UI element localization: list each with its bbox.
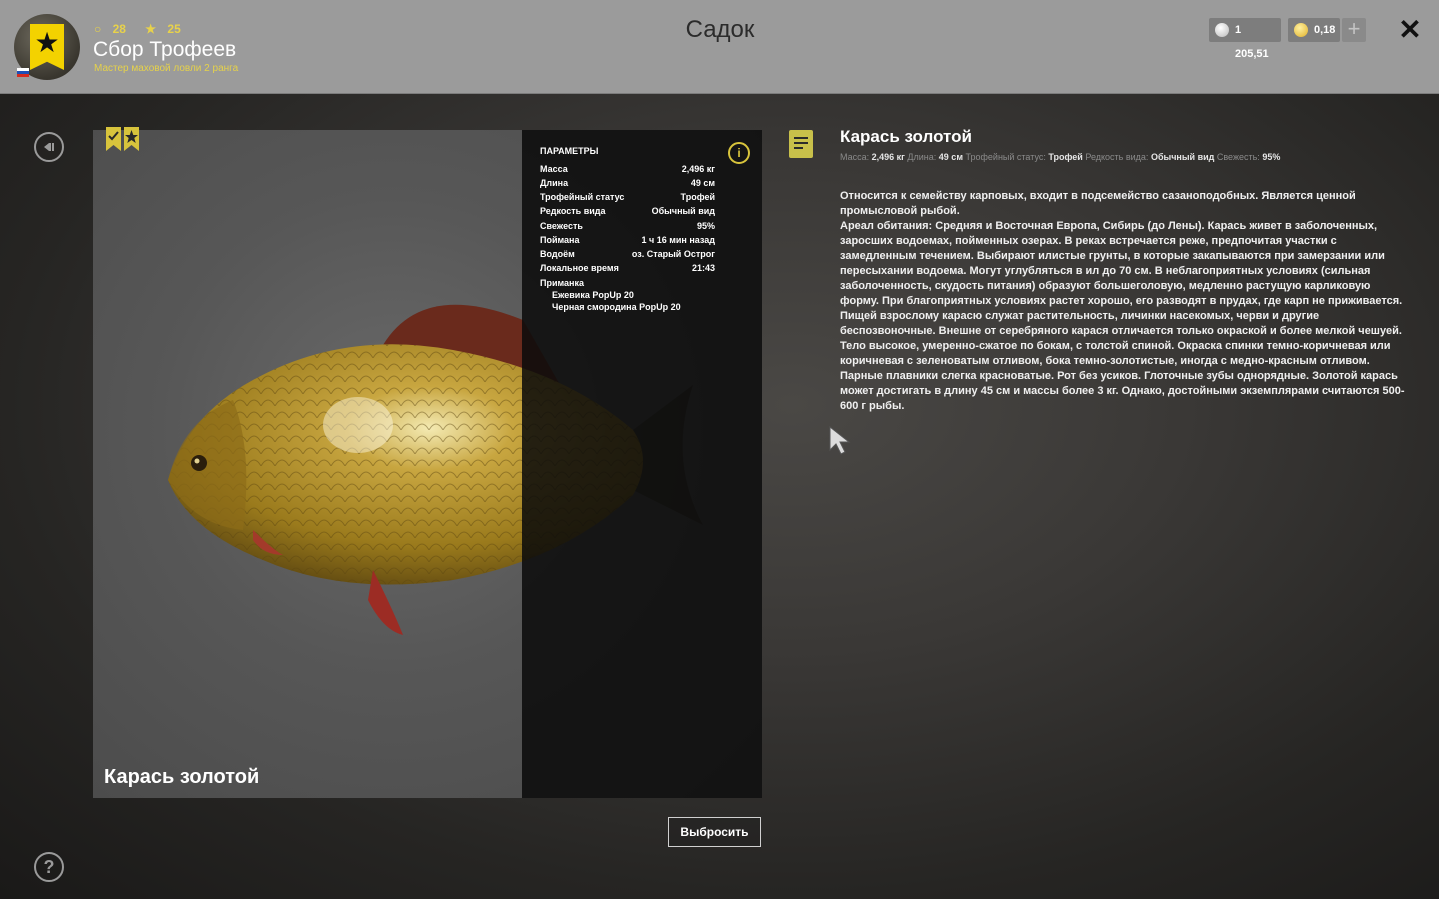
meta-label: Свежесть:: [1216, 152, 1260, 162]
param-value: 1 ч 16 мин назад: [641, 235, 716, 245]
param-row: Трофейный статус Трофей: [540, 192, 715, 205]
description-paragraph: Ареал обитания: Средняя и Восточная Евро…: [840, 220, 1405, 412]
rank-indicator: ★ 25: [145, 22, 188, 36]
meta-label: Масса:: [840, 152, 870, 162]
close-button[interactable]: ✕: [1396, 16, 1424, 44]
star-icon: ★: [34, 27, 60, 58]
param-value: 21:43: [691, 263, 715, 273]
meta-label: Длина:: [907, 152, 937, 162]
param-row: Редкость вида Обычный вид: [540, 206, 715, 219]
param-label: Редкость вида: [540, 206, 606, 216]
fish-view: ПАРАМЕТРЫ i Масса 2,496 кг Длина 49 см Т…: [93, 130, 762, 798]
description-meta: Масса: 2,496 кг Длина: 49 см Трофейный с…: [840, 152, 1280, 162]
player-rank-title: Мастер маховой ловли 2 ранга: [94, 63, 239, 74]
param-value: Обычный вид: [651, 206, 715, 216]
top-bar: ★ ○ 28 ★ 25 Сбор Трофеев Мастер маховой …: [0, 0, 1439, 94]
bait-item: Ежевика PopUp 20: [552, 290, 634, 300]
trophy-bookmark-icons: [106, 127, 139, 151]
silver-currency: 1 205,51: [1209, 18, 1281, 60]
page-title: Садок: [685, 16, 755, 43]
meta-value: 95%: [1262, 152, 1281, 162]
help-button[interactable]: ?: [34, 852, 64, 882]
meta-value: 2,496 кг: [871, 152, 905, 162]
param-row: Масса 2,496 кг: [540, 164, 715, 177]
level-indicator: ○ 28: [94, 22, 134, 36]
param-label: Водоём: [540, 249, 575, 259]
mouse-cursor-icon: [829, 426, 851, 455]
player-rank-stars: 25: [167, 22, 181, 36]
fish-caption: Карась золотой: [104, 766, 260, 788]
back-icon: [44, 143, 54, 151]
gold-currency: 0,18: [1288, 18, 1340, 42]
param-label: Поймана: [540, 235, 580, 245]
player-name: Сбор Трофеев: [93, 38, 237, 61]
bait-item: Черная смородина PopUp 20: [552, 302, 681, 312]
bait-label: Приманка: [540, 278, 584, 288]
meta-label: Редкость вида:: [1085, 152, 1149, 162]
meta-value: Трофей: [1048, 152, 1083, 162]
param-row: Локальное время 21:43: [540, 263, 715, 276]
russia-flag-icon: [17, 68, 29, 77]
param-label: Масса: [540, 164, 568, 174]
param-label: Свежесть: [540, 221, 583, 231]
silver-coin-icon: [1215, 23, 1229, 37]
param-value: Трофей: [680, 192, 715, 202]
param-label: Длина: [540, 178, 569, 188]
param-value: оз. Старый Острог: [631, 249, 715, 259]
param-row: Поймана 1 ч 16 мин назад: [540, 235, 715, 248]
param-row: Длина 49 см: [540, 178, 715, 191]
add-currency-button[interactable]: +: [1342, 18, 1366, 42]
param-value: 49 см: [690, 178, 715, 188]
meta-label: Трофейный статус:: [965, 152, 1046, 162]
back-button[interactable]: [34, 132, 64, 162]
info-icon[interactable]: i: [728, 142, 750, 164]
meta-value: Обычный вид: [1150, 152, 1215, 162]
param-label: Трофейный статус: [540, 192, 625, 202]
param-value: 2,496 кг: [681, 164, 715, 174]
player-stats: ○ 28 ★ 25: [94, 22, 197, 36]
description-paragraph: Относится к семейству карповых, входит в…: [840, 190, 1356, 217]
gold-amount: 0,18: [1314, 24, 1336, 36]
param-row: Водоём оз. Старый Острог: [540, 249, 715, 262]
description-title: Карась золотой: [840, 127, 972, 146]
param-row: Свежесть 95%: [540, 221, 715, 234]
meta-value: 49 см: [938, 152, 963, 162]
silver-amount: 1 205,51: [1235, 24, 1269, 60]
note-icon: [789, 130, 813, 158]
param-label: Локальное время: [540, 263, 619, 273]
player-level: 28: [112, 22, 126, 36]
parameters-panel: ПАРАМЕТРЫ i Масса 2,496 кг Длина 49 см Т…: [522, 130, 762, 798]
description-text: Относится к семейству карповых, входит в…: [840, 189, 1405, 414]
gold-coin-icon: [1294, 23, 1308, 37]
param-value: 95%: [696, 221, 715, 231]
discard-button[interactable]: Выбросить: [668, 817, 761, 847]
parameters-title: ПАРАМЕТРЫ: [540, 146, 599, 156]
level-ring-icon: ○: [94, 22, 102, 36]
rank-star-icon: ★: [145, 22, 157, 36]
